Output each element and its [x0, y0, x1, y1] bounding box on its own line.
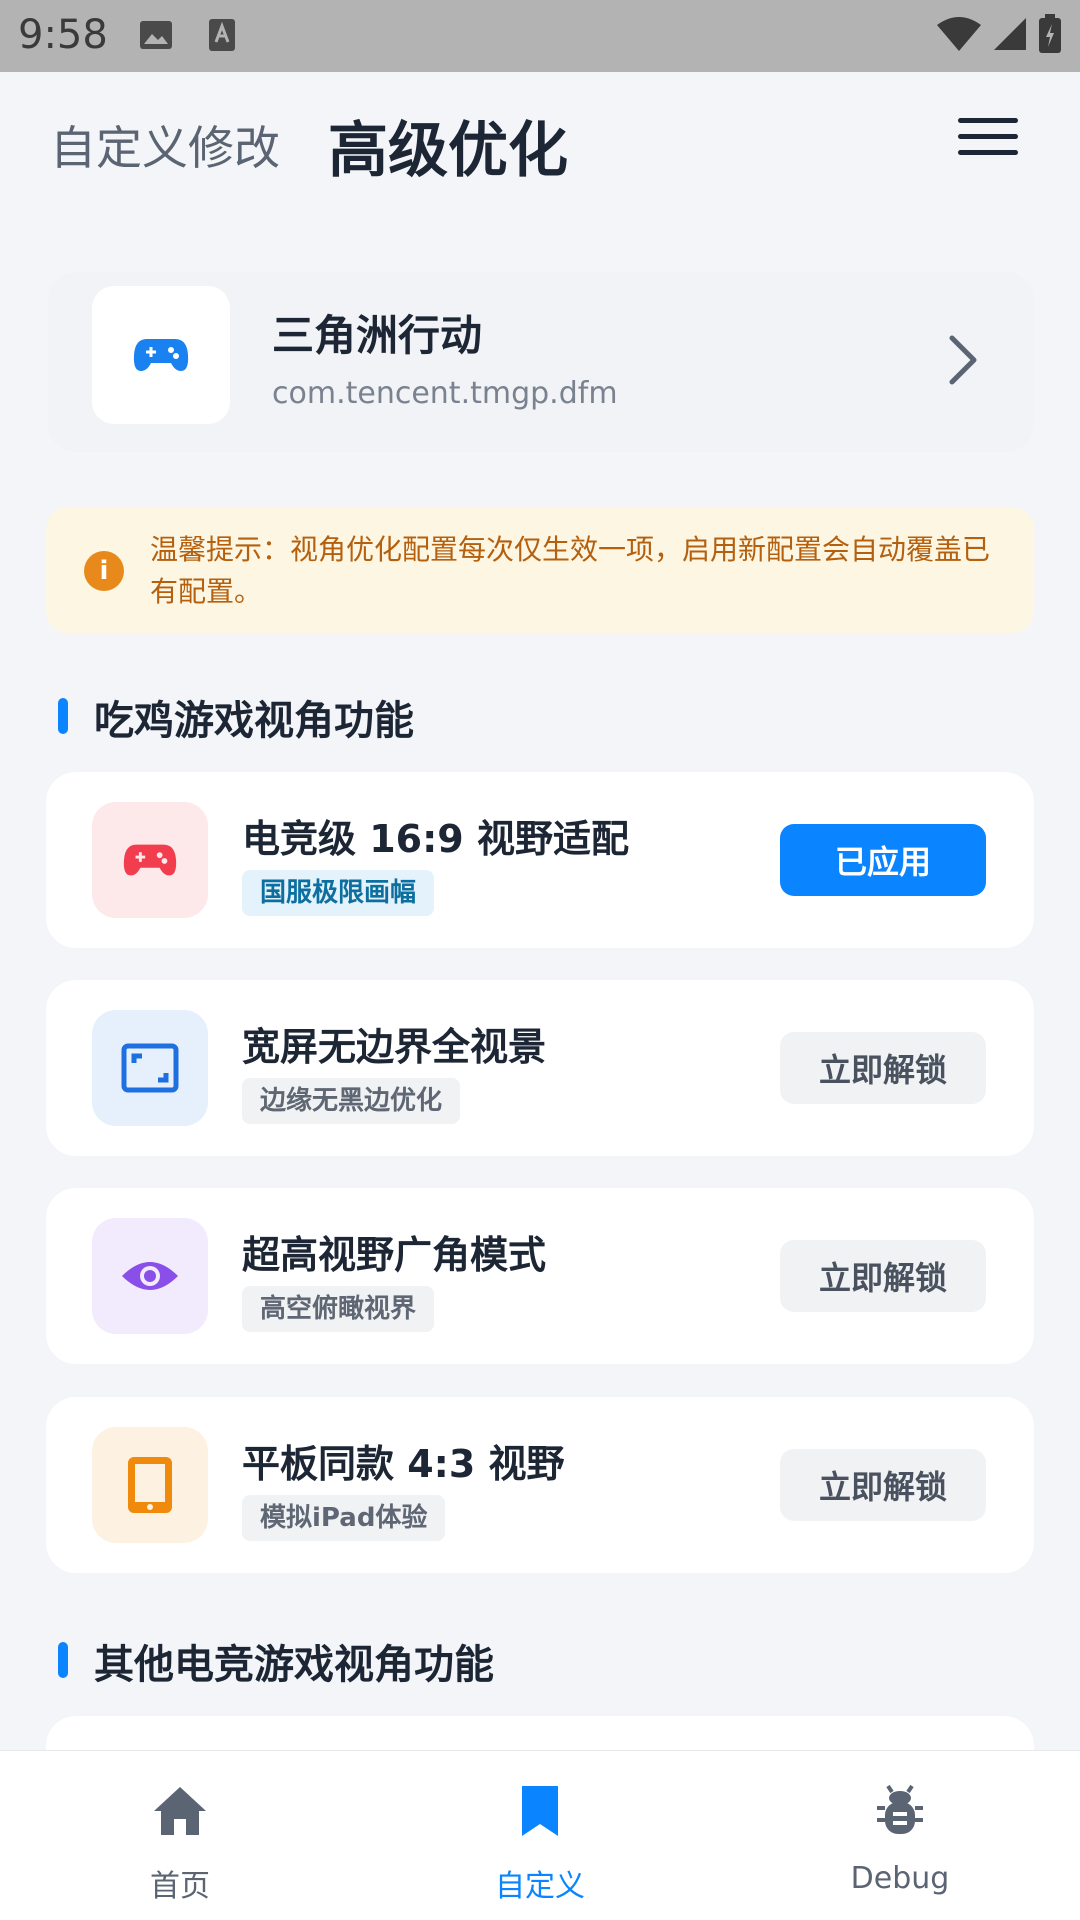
bug-icon [800, 1781, 1000, 1841]
tip-notice: i 温馨提示：视角优化配置每次仅生效一项，启用新配置会自动覆盖已有配置。 [46, 507, 1034, 633]
keyboard-a-icon [208, 18, 236, 56]
feature-title: 超高视野广角模式 [242, 1233, 547, 1277]
feature-tag: 边缘无黑边优化 [242, 1078, 461, 1124]
nav-item-debug[interactable]: Debug [800, 1781, 1000, 1896]
section-title-esports: 其他电竞游戏视角功能 [58, 1632, 494, 1690]
feature-tag: 国服极限画幅 [242, 870, 435, 916]
home-icon [80, 1781, 280, 1841]
signal-icon [992, 16, 1028, 56]
aspect-ratio-icon [92, 1010, 208, 1126]
unlock-button[interactable]: 立即解锁 [780, 1240, 986, 1312]
feature-title: 宽屏无边界全视景 [242, 1025, 547, 1069]
app-header: 自定义修改 高级优化 [0, 72, 1080, 212]
bottom-nav: 首页 自定义 Debug [0, 1750, 1080, 1920]
feature-tag: 模拟iPad体验 [242, 1495, 446, 1541]
feature-title: 平板同款 4:3 视野 [242, 1442, 565, 1486]
status-time: 9:58 [18, 12, 108, 58]
feature-tag: 高空俯瞰视界 [242, 1286, 435, 1332]
nav-label: 首页 [150, 1869, 210, 1904]
feature-card-tablet[interactable]: 平板同款 4:3 视野 模拟iPad体验 立即解锁 [46, 1397, 1034, 1573]
tablet-icon [92, 1427, 208, 1543]
tab-custom-modify[interactable]: 自定义修改 [50, 112, 280, 178]
feature-card-16-9[interactable]: 电竞级 16:9 视野适配 国服极限画幅 已应用 [46, 772, 1034, 948]
tab-advanced-optimize[interactable]: 高级优化 [328, 102, 568, 189]
app-name: 三角洲行动 [272, 311, 483, 360]
eye-icon [92, 1218, 208, 1334]
selected-app-card[interactable]: 三角洲行动 com.tencent.tmgp.dfm [48, 272, 1034, 452]
bookmark-icon [440, 1781, 640, 1841]
info-icon: i [84, 551, 124, 591]
app-package: com.tencent.tmgp.dfm [272, 376, 618, 411]
unlock-button[interactable]: 立即解锁 [780, 1449, 986, 1521]
status-bar: 9:58 [0, 0, 1080, 72]
applied-button[interactable]: 已应用 [780, 824, 986, 896]
battery-icon [1038, 14, 1062, 58]
gamepad-icon [92, 802, 208, 918]
section-title-pubg: 吃鸡游戏视角功能 [58, 688, 414, 746]
feature-card-widescreen[interactable]: 宽屏无边界全视景 边缘无黑边优化 立即解锁 [46, 980, 1034, 1156]
unlock-button[interactable]: 立即解锁 [780, 1032, 986, 1104]
nav-item-custom[interactable]: 自定义 [440, 1781, 640, 1905]
menu-button[interactable] [958, 118, 1018, 164]
feature-card-wide-angle[interactable]: 超高视野广角模式 高空俯瞰视界 立即解锁 [46, 1188, 1034, 1364]
nav-label: 自定义 [495, 1869, 585, 1904]
nav-label: Debug [850, 1861, 950, 1896]
nav-item-home[interactable]: 首页 [80, 1781, 280, 1905]
menu-icon [958, 118, 1018, 123]
wifi-icon [936, 15, 982, 57]
chevron-right-icon[interactable] [948, 334, 978, 390]
feature-title: 电竞级 16:9 视野适配 [242, 817, 629, 861]
notice-text: 温馨提示：视角优化配置每次仅生效一项，启用新配置会自动覆盖已有配置。 [150, 533, 991, 608]
gamepad-icon [92, 286, 230, 424]
image-icon [139, 20, 173, 54]
